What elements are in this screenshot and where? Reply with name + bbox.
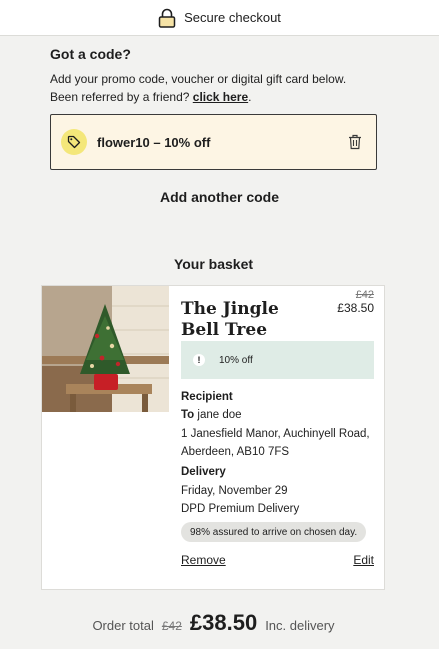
address-line-1: 1 Janesfield Manor, Auchinyell Road,: [181, 428, 370, 440]
delivery-label: Delivery: [181, 466, 226, 478]
order-total: Order total £42 £38.50 Inc. delivery: [0, 610, 427, 636]
recipient-to-label: To: [181, 409, 195, 421]
applied-code-label: flower10 – 10% off: [97, 134, 211, 150]
recipient-line: To jane doe: [181, 407, 242, 424]
order-total-label: Order total: [92, 618, 154, 633]
address-line-2: Aberdeen, AB10 7FS: [181, 446, 290, 458]
applied-code-box: flower10 – 10% off: [50, 114, 377, 170]
trash-icon[interactable]: [348, 134, 362, 150]
referral-suffix: .: [248, 90, 252, 104]
discount-label: 10% off: [219, 354, 253, 366]
order-total-value: £38.50: [189, 610, 258, 635]
discount-badge: ! 10% off: [181, 341, 374, 379]
product-name: The Jingle Bell Tree: [181, 299, 279, 340]
assured-badge: 98% assured to arrive on chosen day.: [181, 522, 367, 542]
edit-button[interactable]: Edit: [353, 553, 374, 567]
delivery-date: Friday, November 29: [181, 485, 288, 497]
basket-item-card: The Jingle Bell Tree £42 £38.50 ! 10% of…: [41, 285, 385, 590]
promo-line-1: Add your promo code, voucher or digital …: [50, 72, 347, 86]
lock-icon: [158, 8, 176, 28]
discounted-price: £38.50: [337, 301, 374, 315]
basket-heading: Your basket: [173, 256, 254, 272]
product-image: [42, 286, 169, 412]
add-another-code-button[interactable]: Add another code: [0, 189, 439, 205]
checkout-header: Secure checkout: [0, 0, 439, 36]
original-price: £42: [355, 289, 374, 301]
info-icon: !: [193, 354, 205, 366]
remove-button[interactable]: Remove: [181, 553, 226, 567]
delivery-method: DPD Premium Delivery: [181, 503, 300, 515]
tag-icon: [61, 129, 87, 155]
recipient-label: Recipient: [181, 391, 233, 403]
order-total-old: £42: [161, 619, 182, 633]
referral-text: Been referred by a friend?: [50, 90, 190, 104]
promo-description: Add your promo code, voucher or digital …: [50, 70, 390, 106]
order-total-suffix: Inc. delivery: [265, 618, 335, 633]
promo-heading: Got a code?: [50, 46, 131, 62]
promo-line-2: Been referred by a friend? click here.: [50, 88, 390, 106]
header-title: Secure checkout: [184, 10, 281, 25]
referral-link[interactable]: click here: [193, 90, 248, 104]
recipient-name: jane doe: [197, 409, 242, 421]
